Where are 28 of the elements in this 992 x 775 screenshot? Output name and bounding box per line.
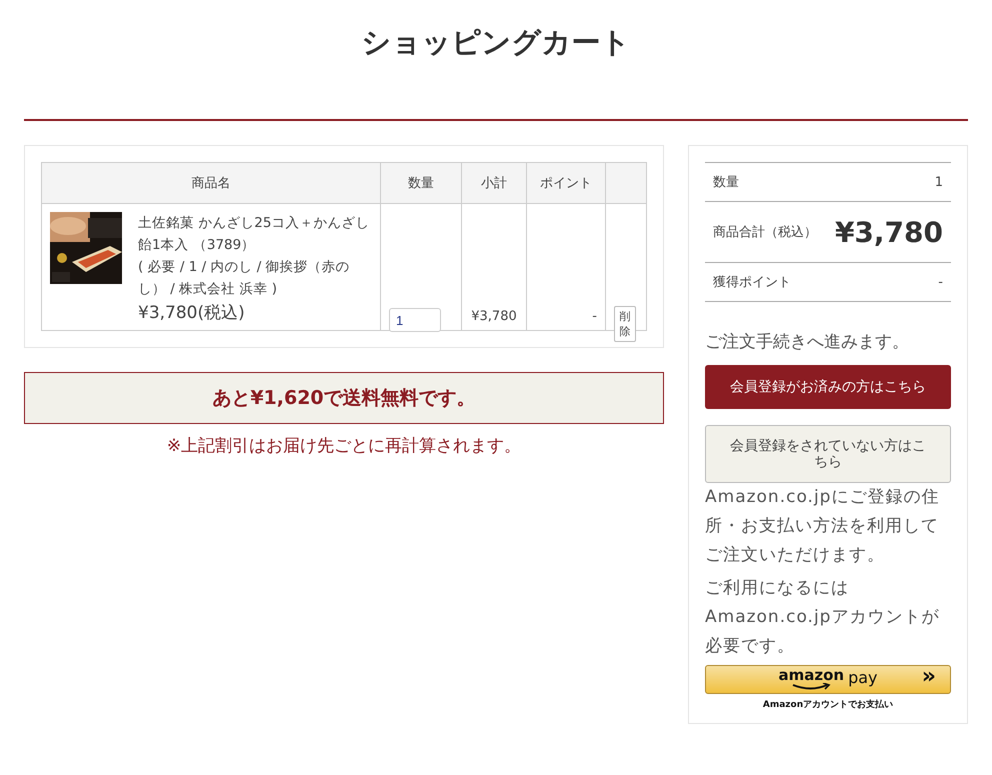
- member-login-button[interactable]: 会員登録がお済みの方はこちら: [705, 365, 951, 409]
- amazon-pay-button[interactable]: amazon pay »: [705, 665, 951, 694]
- shipping-note: ※上記割引はお届け先ごとに再計算されます。: [166, 435, 522, 457]
- summary-label: 数量: [713, 174, 739, 191]
- column-header: ポイント: [526, 162, 606, 204]
- points-cell: -: [592, 309, 597, 324]
- amazon-pay-caption: Amazonアカウントでお支払い: [762, 698, 894, 711]
- product-name[interactable]: 土佐銘菓 かんざし25コ入＋かんざし飴1本入 （3789）: [138, 212, 372, 256]
- summary-label: 獲得ポイント: [713, 274, 791, 291]
- amazon-info-text: ご利用になるにはAmazon.co.jpアカウントが必要です。: [705, 577, 940, 658]
- guest-checkout-button[interactable]: 会員登録をされていない方はこちら: [705, 425, 951, 483]
- column-header: 数量: [380, 162, 462, 204]
- smile-arrow-icon: [791, 683, 832, 691]
- product-options: ( 必要 / 1 / 内のし / 御挨拶（赤のし） / 株式会社 浜幸 ): [138, 256, 372, 300]
- proceed-text: ご注文手続きへ進みます。: [705, 331, 910, 353]
- subtotal-cell: ¥3,780: [471, 309, 517, 324]
- quantity-field[interactable]: 1: [389, 308, 441, 332]
- product-price: ¥3,780(税込): [138, 302, 246, 324]
- shipping-banner: あと¥1,620で送料無料です。: [24, 372, 664, 424]
- amazon-info-text: Amazon.co.jpにご登録の住所・お支払い方法を利用してご注文いただけます。: [705, 486, 940, 567]
- column-header: 小計: [462, 162, 526, 204]
- delete-button[interactable]: 削除: [614, 306, 636, 342]
- summary-value: -: [938, 274, 943, 290]
- summary-value: ¥3,780: [834, 216, 943, 248]
- summary-value: 1: [934, 174, 943, 190]
- summary-label: 商品合計（税込）: [713, 224, 817, 241]
- column-header: 商品名: [42, 162, 380, 204]
- page-title: ショッピングカート: [360, 24, 632, 61]
